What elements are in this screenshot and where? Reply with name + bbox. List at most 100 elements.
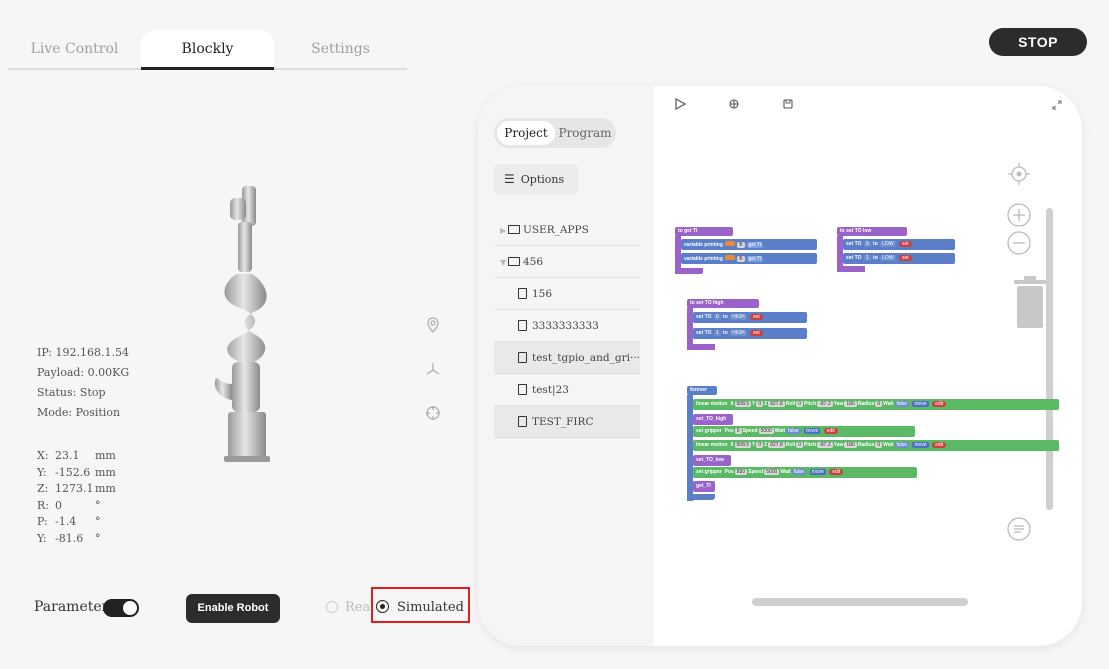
tab-blockly[interactable]: Blockly (141, 30, 274, 70)
block-chip: false (786, 428, 801, 434)
block-text: linear motion (696, 401, 728, 407)
tab-settings[interactable]: Settings (274, 30, 407, 70)
stop-button[interactable]: STOP (989, 28, 1087, 56)
block-chip: move (804, 428, 821, 434)
tree-file-3333333333[interactable]: 3333333333 (494, 310, 640, 342)
play-icon[interactable] (674, 98, 686, 110)
block-call-set-to-high[interactable]: set_TO_high (693, 414, 733, 425)
block-text: Z (764, 401, 768, 407)
block-text: to (873, 255, 878, 261)
expand-icon[interactable] (1052, 100, 1062, 110)
bug-icon[interactable] (728, 98, 740, 110)
parameters-toggle[interactable] (103, 599, 139, 617)
segment-project[interactable]: Project (497, 121, 555, 145)
block-var-print-2[interactable]: variable printing Bget TI (681, 253, 817, 264)
vertical-scrollbar[interactable] (1046, 208, 1053, 510)
block-chip: -87.3 (817, 401, 833, 407)
block-chip: 180 (844, 442, 857, 448)
block-chip: 0 (756, 442, 764, 448)
block-chip: 850 (734, 469, 748, 475)
folder-icon (508, 225, 520, 234)
enable-robot-button[interactable]: Enable Robot (186, 594, 280, 623)
block-chip: edit (932, 401, 947, 407)
block-foot (675, 268, 703, 274)
block-chip: get TI (746, 256, 764, 262)
block-chip: 5000 (764, 469, 780, 475)
block-text: Roll (785, 401, 796, 407)
block-linear-motion-2[interactable]: linear motion X 508.5 Y 0 Z 827.8 Roll 0 Pitch -8… (693, 440, 1059, 451)
tree-folder-456[interactable]: ▼ 456 (494, 246, 640, 278)
block-call-set-to-low[interactable]: set_TO_low (693, 455, 731, 466)
block-chip: 0 (756, 401, 764, 407)
block-chip: set (898, 255, 912, 261)
tree-item-label: 156 (532, 288, 553, 300)
tree-folder-user-apps[interactable]: ▶ USER_APPS (494, 214, 640, 246)
save-icon[interactable] (782, 98, 794, 110)
segment-program[interactable]: Program (556, 121, 614, 145)
block-text: Pos (724, 469, 734, 475)
block-set-to-1[interactable]: set TO 0 to LOW set (843, 239, 955, 250)
block-foot (687, 344, 715, 350)
locate-icon[interactable] (1007, 162, 1031, 186)
tree-file-test-firc[interactable]: TEST_FIRC (494, 406, 640, 438)
block-var-print-1[interactable]: variable printing Bget TI (681, 239, 817, 250)
block-text: variable printing (684, 242, 723, 248)
trash-icon[interactable] (1014, 276, 1046, 328)
block-chip: set (898, 241, 912, 247)
block-text: X (730, 401, 734, 407)
block-chip: -87.3 (817, 442, 833, 448)
block-chip: B (737, 256, 745, 262)
payload-text: Payload: 0.00KG (37, 366, 130, 379)
tree-item-label: 3333333333 (532, 320, 599, 332)
horizontal-scrollbar[interactable] (752, 598, 968, 606)
location-pin-icon[interactable] (424, 316, 442, 334)
block-text: Radius (857, 442, 875, 448)
list-icon: ☰ (504, 172, 515, 186)
block-text: set TO (846, 255, 862, 261)
options-button[interactable]: ☰ Options (494, 164, 578, 194)
crosshair-icon[interactable] (424, 404, 442, 422)
folder-icon (508, 257, 520, 266)
block-chip: get TI (746, 242, 764, 248)
menu-icon[interactable] (1007, 517, 1031, 541)
block-chip: false (894, 442, 910, 448)
pose-row-z: Z: 1273.1 mm (37, 482, 116, 495)
block-set-to-2[interactable]: set TO 1 to LOW set (843, 253, 955, 264)
block-text: set_TO_low (696, 457, 724, 463)
block-chip: false (894, 401, 910, 407)
robot-arm-3d-view[interactable] (210, 186, 280, 466)
zoom-in-icon[interactable] (1006, 202, 1032, 228)
tree-file-156[interactable]: 156 (494, 278, 640, 310)
pose-row-pitch: P: -1.4 ° (37, 515, 101, 528)
block-set-to-2[interactable]: set TO 1 to HIGH set (693, 328, 807, 339)
block-chip: 508.5 (734, 442, 752, 448)
tree-file-test-tgpio[interactable]: test_tgpio_and_gri··· (494, 342, 640, 374)
block-chip: B (737, 242, 745, 248)
block-chip (725, 255, 736, 260)
radio-real[interactable]: Real (326, 600, 374, 615)
block-text: set TO (846, 241, 862, 247)
ip-text: IP: 192.168.1.54 (37, 346, 130, 359)
block-text: Y (752, 442, 756, 448)
block-text: Wait (774, 428, 786, 434)
block-text: set gripper (696, 469, 722, 475)
block-text: variable printing (684, 256, 723, 262)
block-gripper-1[interactable]: set gripper Pos 0 Speed 5000 Wait false move … (693, 426, 915, 437)
block-chip: set (750, 314, 763, 320)
zoom-out-icon[interactable] (1006, 230, 1032, 256)
blockly-workspace[interactable]: to get TI variable printing Bget TI vari… (654, 86, 1082, 646)
block-header: forever (687, 386, 717, 395)
tree-item-label: 456 (523, 256, 544, 268)
block-text: set_TO_high (696, 416, 727, 422)
block-linear-motion-1[interactable]: linear motion X 508.5 Y 0 Z 827.8 Roll 0 Pitch -8… (693, 399, 1059, 410)
block-text: Radius (857, 401, 875, 407)
chevron-down-icon: ▼ (500, 258, 507, 267)
block-set-to-1[interactable]: set TO 0 to HIGH set (693, 312, 807, 323)
tree-file-test23[interactable]: test|23 (494, 374, 640, 406)
block-text: linear motion (696, 442, 728, 448)
block-chip: LOW (880, 255, 896, 261)
tab-live-control[interactable]: Live Control (8, 30, 141, 70)
axes-icon[interactable] (424, 360, 442, 378)
block-gripper-2[interactable]: set gripper Pos 850 Speed 5000 Wait false mov… (693, 467, 917, 478)
block-call-get-ti[interactable]: get_TI (693, 481, 715, 492)
